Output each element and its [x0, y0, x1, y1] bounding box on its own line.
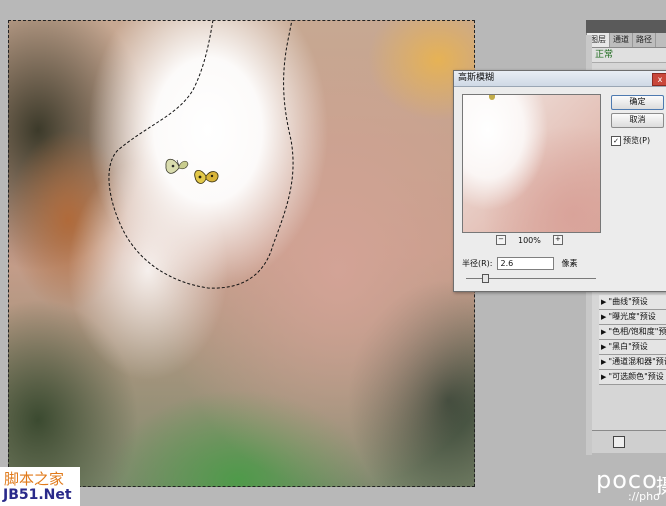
radius-slider-thumb[interactable] — [482, 274, 489, 283]
expand-triangle-icon: ▶ — [601, 343, 607, 351]
preview-checkbox-row[interactable]: ✓ 预览(P) — [611, 135, 650, 146]
watermark-text-bottom: JB51.Net — [3, 487, 72, 503]
panel-footer — [587, 430, 666, 453]
preset-black-white[interactable]: ▶ "黑白"预设 — [599, 340, 666, 355]
expand-triangle-icon: ▶ — [601, 358, 607, 366]
preset-label: "可选颜色"预设 — [608, 372, 664, 381]
preview-checkbox[interactable]: ✓ — [611, 135, 621, 146]
preset-label: "黑白"预设 — [608, 342, 648, 351]
zoom-level: 100% — [518, 235, 541, 245]
blur-preview[interactable] — [462, 94, 601, 233]
photo-canvas[interactable] — [8, 20, 475, 487]
zoom-controls: − 100% + — [496, 235, 563, 245]
close-button[interactable]: x — [652, 73, 666, 86]
radius-label: 半径(R): — [462, 259, 493, 268]
watermark-text-top: 脚本之家 — [4, 470, 65, 488]
preset-label: "色相/饱和度"预设 — [608, 327, 666, 336]
bottom-strip — [0, 488, 666, 506]
expand-triangle-icon: ▶ — [601, 298, 607, 306]
preset-label: "曝光度"预设 — [608, 312, 656, 321]
preset-label: "曲线"预设 — [608, 297, 648, 306]
lasso-selection — [108, 20, 294, 289]
adjustment-presets-list: ▶"曲线"预设 ▶"曝光度"预设 ▶"色相/饱和度"预设 ▶"黑白"预设 ▶"通… — [599, 295, 666, 385]
site-watermark-left: 脚本之家 JB51.Net — [0, 467, 80, 506]
tab-channels[interactable]: 通道 — [610, 33, 633, 47]
preview-label: 预览(P) — [623, 136, 651, 145]
panel-title-strip — [586, 20, 666, 33]
expand-triangle-icon: ▶ — [601, 328, 607, 336]
preset-exposure[interactable]: ▶ "曝光度"预设 — [599, 310, 666, 325]
expand-triangle-icon: ▶ — [601, 373, 607, 381]
radius-unit: 像素 — [561, 259, 578, 268]
panel-tab-row: 图层 通道 路径 — [587, 33, 666, 48]
radius-row: 半径(R): 2.6 像素 — [462, 257, 578, 270]
clip-layer-icon[interactable] — [613, 436, 625, 448]
preset-selective-color[interactable]: ▶ "可选颜色"预设 — [599, 370, 666, 385]
zoom-in-button[interactable]: + — [552, 235, 563, 245]
preview-highlight — [489, 95, 495, 100]
cancel-button[interactable]: 取消 — [611, 113, 664, 128]
preset-channel-mixer[interactable]: ▶ "通道混和器"预设 — [599, 355, 666, 370]
zoom-out-button[interactable]: − — [496, 235, 506, 245]
preset-hue-saturation[interactable]: ▶"色相/饱和度"预设 — [599, 325, 666, 340]
poco-watermark-sub: ://pho — [628, 490, 660, 503]
blend-mode-select[interactable]: 正常 — [587, 48, 666, 63]
preset-label: "通道混和器"预设 — [608, 357, 666, 366]
expand-triangle-icon: ▶ — [601, 313, 607, 321]
ok-button[interactable]: 确定 — [611, 95, 664, 110]
tab-paths[interactable]: 路径 — [633, 33, 656, 47]
gaussian-blur-dialog: 高斯模糊 x 确定 取消 ✓ 预览(P) − 100% + 半径(R): 2.6… — [453, 70, 666, 292]
dialog-title[interactable]: 高斯模糊 — [454, 71, 666, 87]
preset-curves[interactable]: ▶ "曲线"预设 — [599, 295, 666, 310]
radius-input[interactable]: 2.6 — [496, 257, 554, 270]
